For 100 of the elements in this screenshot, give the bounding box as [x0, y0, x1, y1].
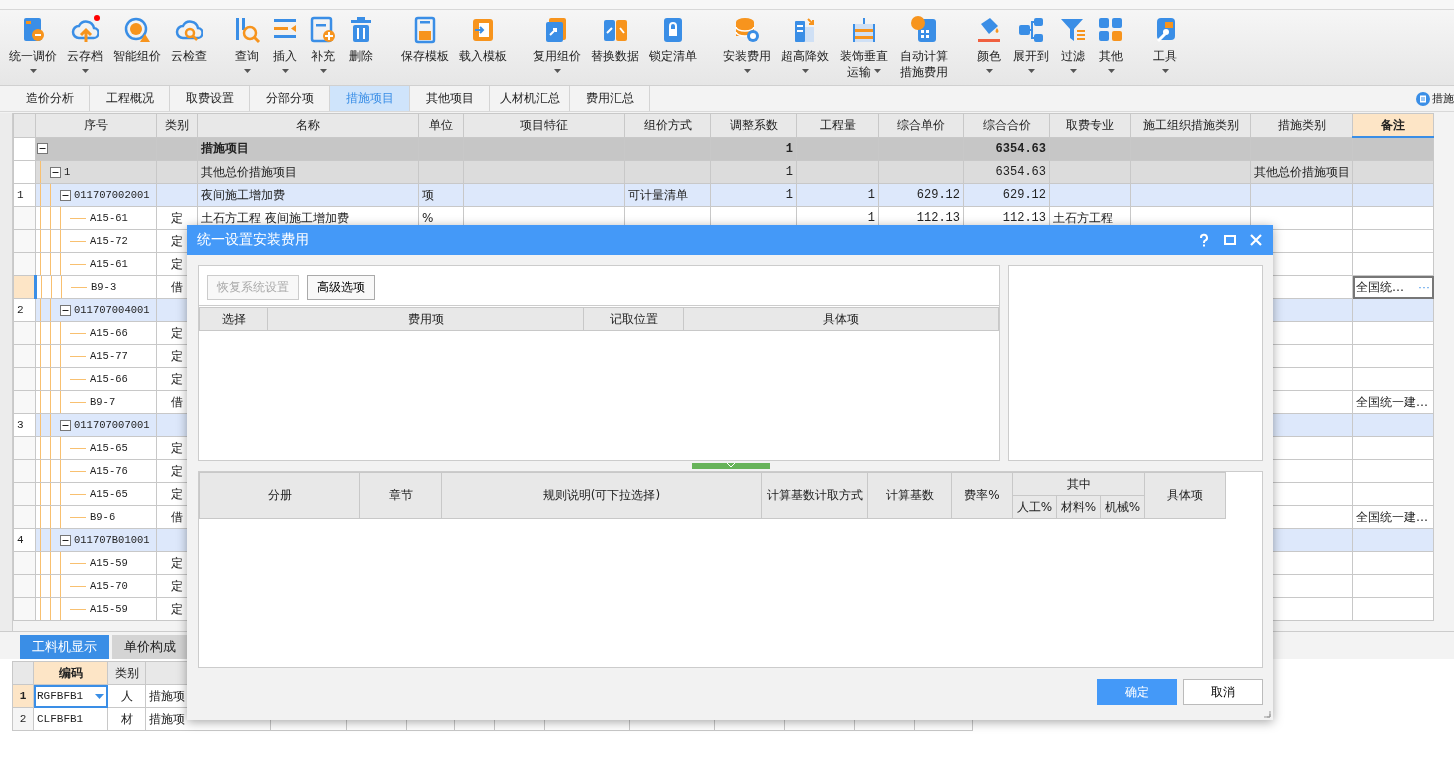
close-icon[interactable] [1249, 233, 1263, 247]
column-header[interactable]: 类别 [156, 113, 198, 137]
table-cell: 其他总价措施项目 [197, 160, 419, 184]
toolbar-button[interactable]: 颜色 [970, 10, 1008, 73]
toolbar-button[interactable]: 载入模板 [454, 10, 512, 64]
side-panel-tab[interactable]: 措施 [1432, 91, 1454, 106]
collapse-icon[interactable] [60, 189, 71, 201]
column-header[interactable]: 记取位置 [583, 307, 684, 331]
column-header[interactable]: 措施类别 [1250, 113, 1353, 137]
toolbar-button[interactable]: 查询 [228, 10, 266, 73]
toolbar-button[interactable]: 高级选项 [307, 275, 375, 300]
column-header[interactable]: 编码 [33, 661, 108, 685]
column-header[interactable]: 具体项 [683, 307, 999, 331]
tab[interactable]: 人材机汇总 [490, 86, 570, 111]
toolbar-button[interactable]: 过滤 [1054, 10, 1092, 73]
toolbar-button[interactable]: 锁定清单 [644, 10, 702, 73]
toolbar-button[interactable]: 展开到 [1008, 10, 1054, 73]
help-icon[interactable] [1197, 233, 1211, 247]
toolbar-button[interactable]: 安装费用 [718, 10, 776, 80]
code-cell: A15-77 [90, 350, 128, 362]
toolbar-button[interactable]: 工具 [1146, 10, 1184, 73]
row-number: 2 [13, 298, 36, 322]
collapse-icon[interactable] [37, 143, 48, 155]
toolbar-button[interactable]: 复用组价 [528, 10, 586, 73]
collapse-icon[interactable] [60, 304, 71, 316]
column-header[interactable]: 施工组织措施类别 [1130, 113, 1251, 137]
code-cell: A15-61 [90, 258, 128, 270]
column-header[interactable]: 具体项 [1144, 472, 1226, 519]
toolbar-button[interactable]: 自动计算措施费用 [894, 10, 954, 80]
column-header[interactable]: 其中 [1012, 472, 1145, 496]
caret-icon [1107, 69, 1115, 73]
scaffold-icon [850, 16, 878, 44]
code-cell: B9-7 [90, 396, 116, 408]
toolbar-button[interactable]: 装饰垂直运输 [834, 10, 894, 80]
caret-icon [874, 69, 881, 73]
resize-grip-icon[interactable] [1263, 710, 1271, 718]
dialog-title: 统一设置安装费用 [197, 231, 310, 249]
column-header[interactable]: 章节 [359, 472, 442, 519]
column-header[interactable]: 组价方式 [624, 113, 711, 137]
toolbar-button[interactable]: 删除 [342, 10, 380, 73]
toolbar-button[interactable]: 保存模板 [396, 10, 454, 64]
paint-bucket-icon [975, 16, 1003, 44]
collapse-icon[interactable] [60, 534, 71, 546]
column-header[interactable]: 项目特征 [463, 113, 625, 137]
toolbar-button[interactable]: 插入 [266, 10, 304, 73]
dropdown-icon[interactable] [95, 693, 104, 699]
code-cell: 011707007001 [74, 419, 150, 431]
column-header[interactable]: 综合合价 [963, 113, 1050, 137]
code-cell: A15-59 [90, 603, 128, 615]
caret-icon [1027, 69, 1035, 73]
code-cell: 011707B01001 [74, 534, 150, 546]
column-header[interactable]: 备注 [1352, 113, 1434, 137]
maximize-icon[interactable] [1223, 233, 1237, 247]
code-cell: A15-65 [90, 488, 128, 500]
toolbar-button[interactable]: 云存档 [62, 10, 108, 73]
column-header[interactable]: 费用项 [267, 307, 584, 331]
column-header[interactable]: 单位 [418, 113, 464, 137]
tab[interactable]: 工程概况 [90, 86, 170, 111]
column-header[interactable]: 选择 [199, 307, 268, 331]
tab[interactable]: 费用汇总 [570, 86, 650, 111]
tab[interactable]: 取费设置 [170, 86, 250, 111]
column-header[interactable]: 分册 [199, 472, 360, 519]
toolbar-button[interactable]: 云检查 [166, 10, 212, 73]
toolbar-button[interactable]: 其他 [1092, 10, 1130, 73]
column-header[interactable]: 序号 [35, 113, 157, 137]
calculator-icon [910, 16, 938, 44]
column-header[interactable]: 工程量 [796, 113, 879, 137]
search-icon [233, 16, 261, 44]
caret-icon [1069, 69, 1077, 73]
column-header[interactable]: 计算基数计取方式 [761, 472, 868, 519]
toolbar-button[interactable]: 替换数据 [586, 10, 644, 73]
collapse-icon[interactable] [60, 419, 71, 431]
toolbar-button[interactable]: 超高降效 [776, 10, 834, 80]
toolbar-button[interactable]: 统一调价 [4, 10, 62, 73]
tab[interactable]: 其他项目 [410, 86, 490, 111]
cancel-button[interactable]: 取消 [1183, 679, 1263, 705]
table-cell: 措施项目 [197, 137, 419, 161]
code-cell: A15-66 [90, 373, 128, 385]
caret-icon [743, 69, 751, 73]
row-number: 2 [12, 707, 34, 731]
column-header[interactable]: 名称 [197, 113, 419, 137]
splitter-handle[interactable] [691, 463, 770, 469]
column-header[interactable]: 费率% [951, 472, 1013, 519]
table-cell: 全国统… [1356, 278, 1404, 296]
column-header[interactable]: 调整系数 [710, 113, 797, 137]
collapse-icon[interactable] [50, 166, 61, 178]
nodes-icon [1017, 16, 1045, 44]
more-button[interactable]: ··· [1418, 280, 1430, 294]
code-cell: 1 [64, 166, 71, 178]
column-header[interactable]: 综合单价 [878, 113, 964, 137]
code-cell: A15-72 [90, 235, 128, 247]
column-header[interactable]: 取费专业 [1049, 113, 1131, 137]
toolbar-button[interactable]: 补充 [304, 10, 342, 73]
code-cell: A15-66 [90, 327, 128, 339]
column-header[interactable]: 计算基数 [867, 472, 952, 519]
tab[interactable]: 造价分析 [10, 86, 90, 111]
column-header[interactable]: 类别 [107, 661, 146, 685]
column-header[interactable]: 规则说明(可下拉选择) [441, 472, 762, 519]
toolbar-button[interactable]: 智能组价 [108, 10, 166, 73]
tab[interactable]: 单价构成 [112, 635, 188, 659]
